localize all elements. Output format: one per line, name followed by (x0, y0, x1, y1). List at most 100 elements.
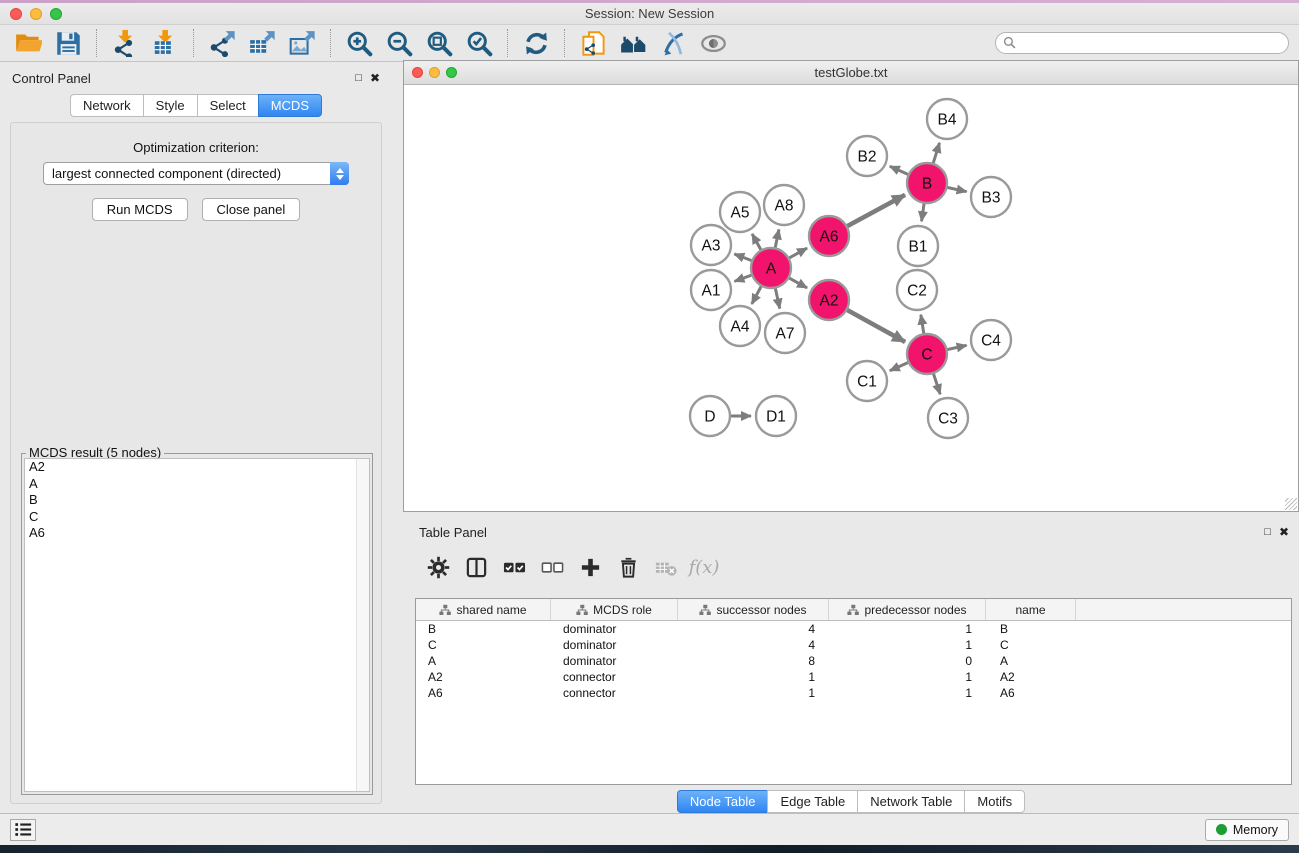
graph-node-A1[interactable]: A1 (691, 270, 731, 310)
export-image-button[interactable] (282, 27, 322, 60)
graph-node-A4[interactable]: A4 (720, 306, 760, 346)
graph-edge-B-B4[interactable] (933, 143, 940, 164)
mcds-result-item[interactable]: B (25, 492, 369, 509)
float-table-panel-icon[interactable]: □ (1264, 526, 1271, 538)
frame-close-icon[interactable] (412, 67, 423, 78)
tab-network-table[interactable]: Network Table (857, 790, 964, 813)
frame-resize-grip[interactable] (1285, 498, 1297, 510)
network-frame-titlebar[interactable]: testGlobe.txt (404, 61, 1298, 85)
graph-node-B1[interactable]: B1 (898, 226, 938, 266)
graph-node-C4[interactable]: C4 (971, 320, 1011, 360)
mcds-result-item[interactable]: C (25, 509, 369, 526)
task-history-button[interactable] (10, 819, 36, 841)
column-header-MCDS-role[interactable]: MCDS role (551, 599, 678, 620)
apply-layout-button[interactable] (516, 27, 556, 60)
graph-node-C2[interactable]: C2 (897, 270, 937, 310)
graph-edge-B-B1[interactable] (922, 203, 925, 221)
graph-node-B3[interactable]: B3 (971, 177, 1011, 217)
hide-graphics-details-button[interactable] (653, 27, 693, 60)
close-window-icon[interactable] (10, 8, 22, 20)
frame-minimize-icon[interactable] (429, 67, 440, 78)
graph-edge-A-A3[interactable] (734, 254, 752, 261)
graph-node-B2[interactable]: B2 (847, 136, 887, 176)
graph-node-A2[interactable]: A2 (809, 280, 849, 320)
graph-edge-A-A4[interactable] (752, 286, 762, 304)
mcds-list-scrollbar[interactable] (356, 459, 369, 791)
tab-style[interactable]: Style (143, 94, 197, 117)
graph-node-C1[interactable]: C1 (847, 361, 887, 401)
create-new-column-button[interactable] (573, 552, 607, 582)
criterion-dropdown[interactable]: largest connected component (directed) (43, 162, 349, 185)
graph-edge-A-A7[interactable] (775, 288, 780, 309)
graph-edge-A6-B[interactable] (847, 195, 905, 227)
open-file-button[interactable] (8, 27, 48, 60)
zoom-out-button[interactable] (379, 27, 419, 60)
tab-mcds[interactable]: MCDS (258, 94, 322, 117)
tab-node-table[interactable]: Node Table (677, 790, 768, 813)
graph-node-D1[interactable]: D1 (756, 396, 796, 436)
zoom-window-icon[interactable] (50, 8, 62, 20)
table-row[interactable]: A2connector11A2 (416, 669, 1291, 685)
deselect-all-columns-button[interactable] (535, 552, 569, 582)
network-canvas[interactable]: B4 B2 B B3 A8A5 A6 A3 B1 A A1 C2 A2 A4A7 C4 C C1 C3 D D1 (404, 85, 1298, 511)
export-table-button[interactable] (242, 27, 282, 60)
show-graphics-details-button[interactable] (693, 27, 733, 60)
column-header-successor-nodes[interactable]: successor nodes (678, 599, 829, 620)
graph-node-B[interactable]: B (907, 163, 947, 203)
graph-edge-C-C2[interactable] (921, 315, 924, 335)
float-panel-icon[interactable]: □ (355, 72, 362, 84)
close-table-panel-icon[interactable]: ✖ (1279, 526, 1289, 538)
import-network-button[interactable] (105, 27, 145, 60)
import-table-button[interactable] (145, 27, 185, 60)
graph-edge-A-A6[interactable] (789, 248, 808, 258)
table-row[interactable]: Adominator80A (416, 653, 1291, 669)
table-mode-button[interactable] (421, 552, 455, 582)
graph-node-B4[interactable]: B4 (927, 99, 967, 139)
close-panel-icon[interactable]: ✖ (370, 72, 380, 84)
graph-edge-B-B3[interactable] (947, 187, 967, 191)
export-network-button[interactable] (202, 27, 242, 60)
graph-edge-A2-C[interactable] (847, 310, 906, 342)
zoom-selected-button[interactable] (459, 27, 499, 60)
search-input[interactable] (995, 32, 1289, 54)
graph-edge-A-A5[interactable] (752, 234, 761, 251)
close-panel-button[interactable]: Close panel (202, 198, 301, 221)
graph-edge-C-C1[interactable] (890, 362, 909, 371)
tab-motifs[interactable]: Motifs (964, 790, 1025, 813)
graph-edge-A-A1[interactable] (734, 275, 752, 282)
frame-zoom-icon[interactable] (446, 67, 457, 78)
tab-network[interactable]: Network (70, 94, 143, 117)
graph-node-D[interactable]: D (690, 396, 730, 436)
table-row[interactable]: Cdominator41C (416, 637, 1291, 653)
table-row[interactable]: Bdominator41B (416, 621, 1291, 637)
show-hide-columns-button[interactable] (459, 552, 493, 582)
graph-edge-A-A8[interactable] (775, 229, 779, 248)
graph-node-C3[interactable]: C3 (928, 398, 968, 438)
zoom-in-button[interactable] (339, 27, 379, 60)
table-row[interactable]: A6connector11A6 (416, 685, 1291, 701)
graph-node-A8[interactable]: A8 (764, 185, 804, 225)
zoom-fit-button[interactable] (419, 27, 459, 60)
graph-node-A5[interactable]: A5 (720, 192, 760, 232)
mcds-result-item[interactable]: A6 (25, 525, 369, 542)
graph-node-A[interactable]: A (751, 248, 791, 288)
column-header-predecessor-nodes[interactable]: predecessor nodes (829, 599, 986, 620)
mcds-result-item[interactable]: A2 (25, 459, 369, 476)
graph-node-C[interactable]: C (907, 334, 947, 374)
memory-button[interactable]: Memory (1205, 819, 1289, 841)
run-mcds-button[interactable]: Run MCDS (92, 198, 188, 221)
graph-node-A7[interactable]: A7 (765, 313, 805, 353)
tab-select[interactable]: Select (197, 94, 258, 117)
graph-node-A3[interactable]: A3 (691, 225, 731, 265)
network-from-selection-button[interactable] (573, 27, 613, 60)
graph-edge-A-A2[interactable] (789, 278, 808, 288)
tab-edge-table[interactable]: Edge Table (767, 790, 857, 813)
graph-edge-B-B2[interactable] (890, 166, 909, 175)
first-neighbors-button[interactable] (613, 27, 653, 60)
delete-columns-button[interactable] (611, 552, 645, 582)
graph-node-A6[interactable]: A6 (809, 216, 849, 256)
mcds-result-item[interactable]: A (25, 476, 369, 493)
save-session-button[interactable] (48, 27, 88, 60)
graph-edge-C-C4[interactable] (947, 345, 967, 349)
column-header-shared-name[interactable]: shared name (416, 599, 551, 620)
